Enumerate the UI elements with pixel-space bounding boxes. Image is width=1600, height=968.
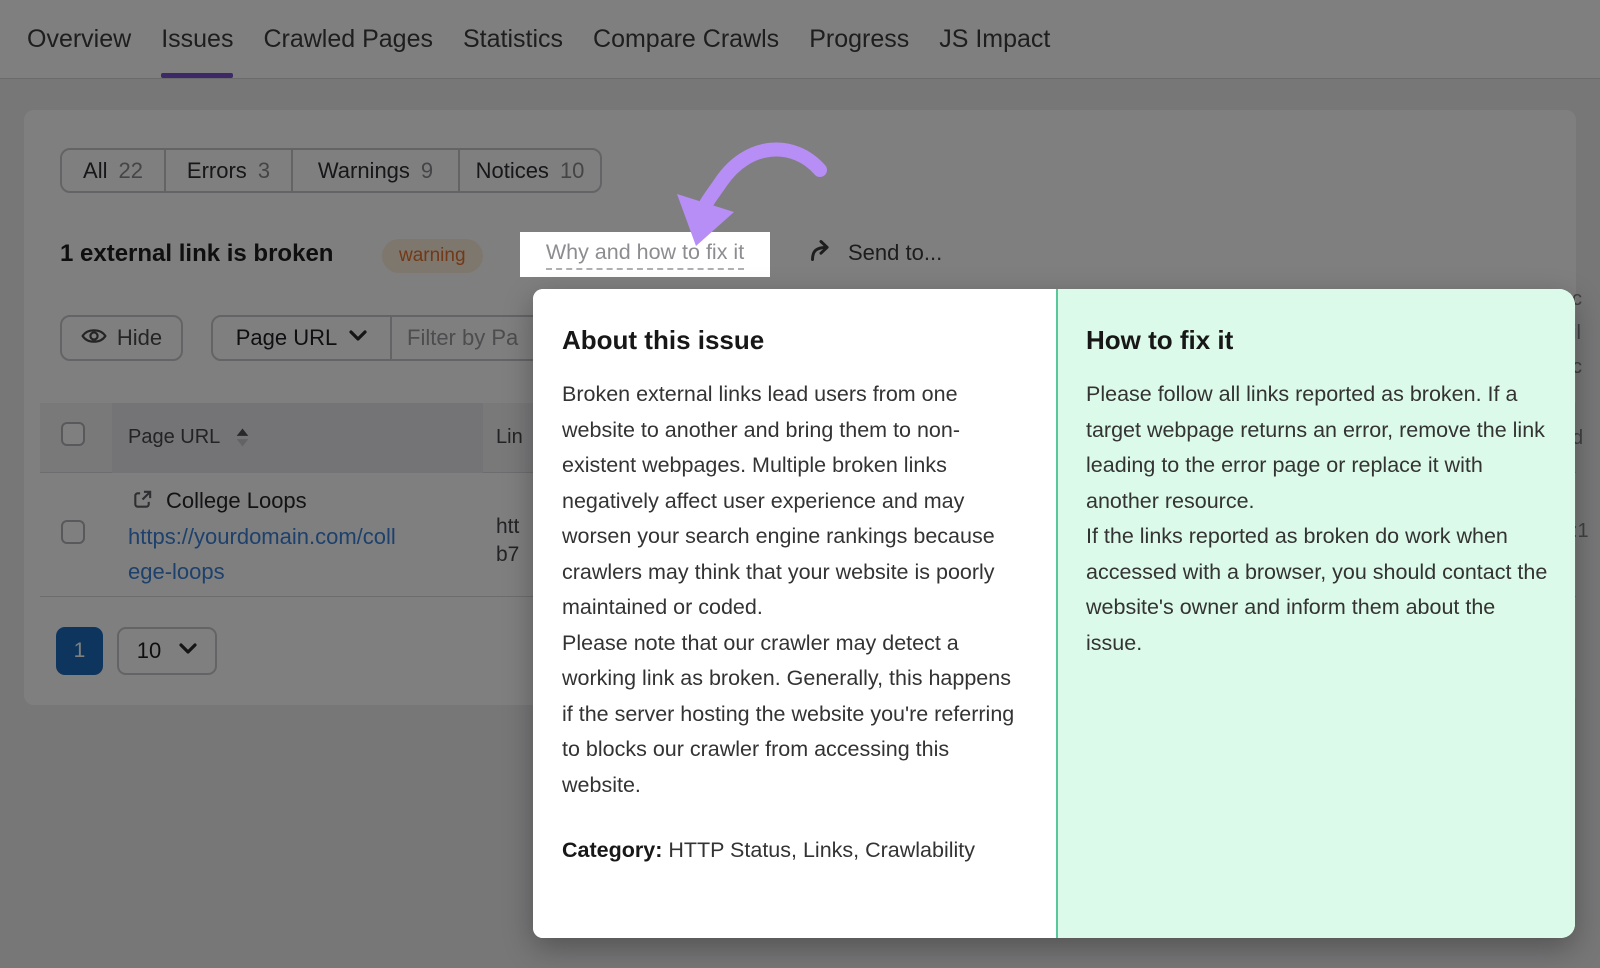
how-to-fix-panel: How to fix it Please follow all links re… <box>1056 289 1575 938</box>
fix-paragraph-1: Please follow all links reported as brok… <box>1086 382 1545 513</box>
about-paragraph-2: Please note that our crawler may detect … <box>562 631 1014 797</box>
how-to-fix-body: Please follow all links reported as brok… <box>1086 377 1549 661</box>
issue-info-popup: About this issue Broken external links l… <box>533 289 1575 938</box>
pointer-arrow-icon <box>660 138 840 258</box>
about-title: About this issue <box>562 325 1016 356</box>
category-label: Category: <box>562 838 662 862</box>
site-audit-issues-page: Overview Issues Crawled Pages Statistics… <box>0 0 1600 968</box>
category-value: HTTP Status, Links, Crawlability <box>668 838 975 862</box>
about-this-issue-panel: About this issue Broken external links l… <box>533 289 1056 938</box>
about-body: Broken external links lead users from on… <box>562 377 1016 803</box>
about-paragraph-1: Broken external links lead users from on… <box>562 382 995 619</box>
issue-category: Category: HTTP Status, Links, Crawlabili… <box>562 833 1016 869</box>
how-to-fix-title: How to fix it <box>1086 325 1549 356</box>
fix-paragraph-2: If the links reported as broken do work … <box>1086 524 1547 655</box>
